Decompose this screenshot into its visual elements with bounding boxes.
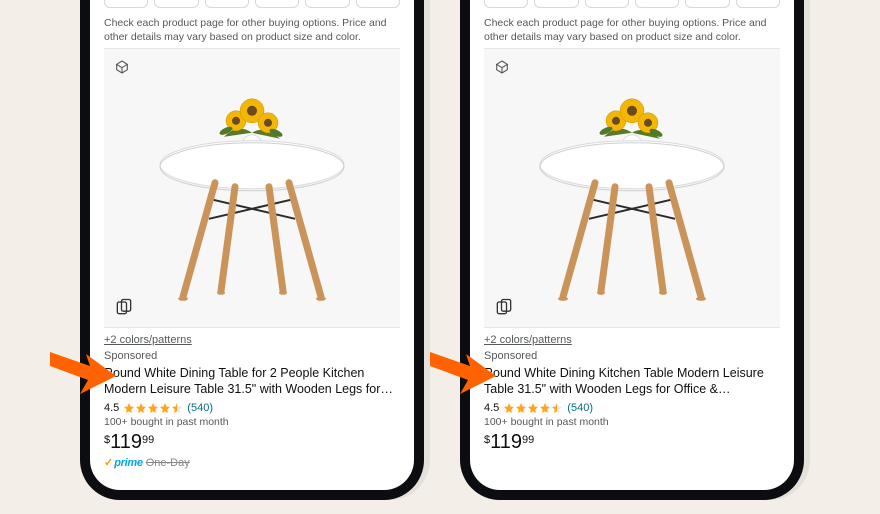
product-title[interactable]: Round White Dining Kitchen Table Modern … bbox=[484, 366, 780, 397]
product-title[interactable]: Round White Dining Table for 2 People Ki… bbox=[104, 366, 400, 397]
sponsored-label: Sponsored bbox=[104, 350, 400, 362]
filter-chip[interactable] bbox=[484, 0, 528, 8]
product-meta: +2 colors/patterns Sponsored Round White… bbox=[484, 328, 780, 451]
filter-chip[interactable] bbox=[205, 0, 249, 8]
rating-row[interactable]: 4.5 (540) bbox=[484, 402, 780, 414]
filter-chip[interactable] bbox=[154, 0, 198, 8]
price-cents: 99 bbox=[522, 434, 534, 446]
swatches-icon bbox=[114, 297, 134, 317]
phone-mockup-b: Check each product page for other buying… bbox=[460, 0, 804, 500]
phone-screen-b: Check each product page for other buying… bbox=[470, 0, 794, 490]
currency-symbol: $ bbox=[484, 434, 490, 446]
prime-label: prime bbox=[114, 457, 142, 469]
product-image bbox=[147, 87, 357, 307]
rating-value: 4.5 bbox=[104, 402, 119, 414]
price-whole: 119 bbox=[110, 432, 142, 452]
callout-arrow-icon bbox=[50, 344, 116, 394]
phone-mockup-a: Check each product page for other buying… bbox=[80, 0, 424, 500]
prime-row: ✓prime One-Day bbox=[104, 456, 400, 469]
filter-chip[interactable] bbox=[736, 0, 780, 8]
filter-chip-row bbox=[484, 0, 780, 8]
phone-screen-a: Check each product page for other buying… bbox=[90, 0, 414, 490]
filter-chip[interactable] bbox=[685, 0, 729, 8]
star-rating-icon bbox=[123, 402, 183, 414]
callout-arrow-icon bbox=[430, 344, 496, 394]
filter-chip[interactable] bbox=[585, 0, 629, 8]
prime-suffix: One-Day bbox=[146, 457, 190, 469]
colors-link[interactable]: +2 colors/patterns bbox=[104, 334, 192, 346]
rating-row[interactable]: 4.5 (540) bbox=[104, 402, 400, 414]
prime-check-icon: ✓ bbox=[104, 457, 113, 469]
filter-chip[interactable] bbox=[356, 0, 400, 8]
filter-chip[interactable] bbox=[305, 0, 349, 8]
colors-link[interactable]: +2 colors/patterns bbox=[484, 334, 572, 346]
star-rating-icon bbox=[503, 402, 563, 414]
options-hint: Check each product page for other buying… bbox=[104, 16, 400, 44]
product-image-card[interactable] bbox=[104, 48, 400, 328]
filter-chip-row bbox=[104, 0, 400, 8]
product-image-card[interactable] bbox=[484, 48, 780, 328]
rating-count: (540) bbox=[567, 402, 593, 414]
price-cents: 99 bbox=[142, 434, 154, 446]
product-meta: +2 colors/patterns Sponsored Round White… bbox=[104, 328, 400, 468]
rating-count: (540) bbox=[187, 402, 213, 414]
filter-chip[interactable] bbox=[635, 0, 679, 8]
filter-chip[interactable] bbox=[534, 0, 578, 8]
filter-chip[interactable] bbox=[104, 0, 148, 8]
rotate-3d-icon bbox=[494, 59, 510, 75]
price: $ 119 99 bbox=[104, 432, 400, 452]
bought-count: 100+ bought in past month bbox=[104, 416, 400, 428]
currency-symbol: $ bbox=[104, 434, 110, 446]
price: $ 119 99 bbox=[484, 432, 780, 452]
filter-chip[interactable] bbox=[255, 0, 299, 8]
swatches-icon bbox=[494, 297, 514, 317]
bought-count: 100+ bought in past month bbox=[484, 416, 780, 428]
rating-value: 4.5 bbox=[484, 402, 499, 414]
rotate-3d-icon bbox=[114, 59, 130, 75]
options-hint: Check each product page for other buying… bbox=[484, 16, 780, 44]
price-whole: 119 bbox=[490, 432, 522, 452]
sponsored-label: Sponsored bbox=[484, 350, 780, 362]
product-image bbox=[527, 87, 737, 307]
comparison-stage: Check each product page for other buying… bbox=[0, 0, 880, 514]
